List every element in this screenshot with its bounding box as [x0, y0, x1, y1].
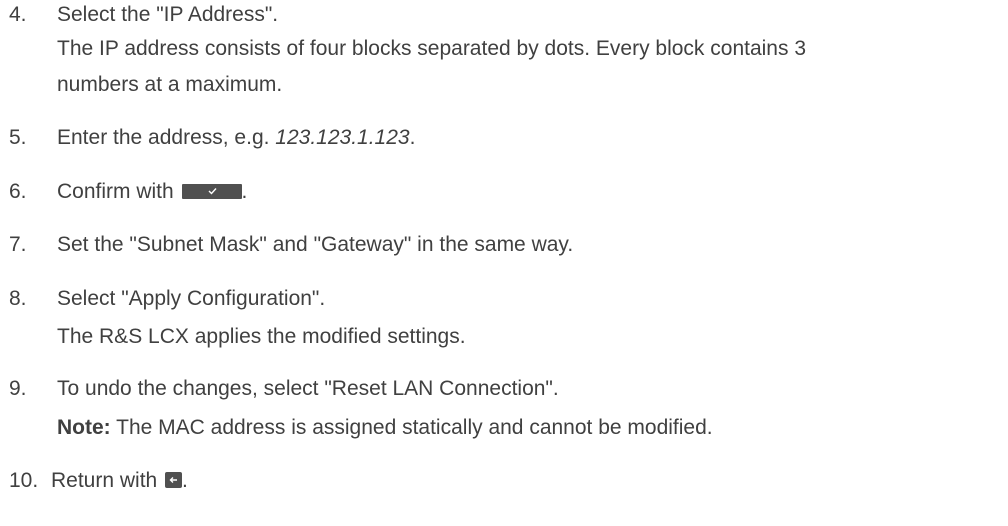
note: Note: The MAC address is assigned static…	[57, 414, 713, 442]
step-description: The IP address consists of four blocks s…	[57, 37, 806, 60]
step-instruction: Confirm with .	[57, 178, 247, 206]
step-description: numbers at a maximum.	[57, 73, 283, 96]
step-number: 8.	[9, 287, 27, 310]
back-arrow-key-icon	[165, 472, 183, 488]
step-number: 4.	[9, 3, 27, 26]
example-address: 123.123.1.123	[275, 126, 410, 149]
step-text: .	[409, 126, 416, 149]
step-number: 7.	[9, 233, 27, 256]
step-list: 4. Select the "IP Address". The IP addre…	[0, 0, 1008, 526]
step-text: .	[182, 469, 188, 492]
confirm-checkmark-key-icon	[181, 184, 242, 199]
step-instruction: Enter the address, e.g. 123.123.1.123.	[57, 124, 415, 152]
step-result: The R&S LCX applies the modified setting…	[57, 325, 466, 348]
step-instruction: Select "Apply Configuration".	[57, 287, 326, 310]
step-text: Enter the address, e.g.	[57, 126, 276, 149]
step-text: Return with	[51, 469, 164, 492]
step-instruction: Return with .	[51, 467, 188, 495]
step-text: Confirm with	[57, 180, 180, 203]
step-instruction: Select the "IP Address".	[57, 3, 279, 26]
step-number: 9.	[9, 377, 27, 400]
step-number: 5.	[9, 126, 27, 149]
step-number: 6.	[9, 180, 27, 203]
note-label: Note:	[57, 416, 111, 439]
step-number: 10.	[9, 469, 39, 492]
step-instruction: To undo the changes, select "Reset LAN C…	[57, 377, 559, 400]
note-text: The MAC address is assigned statically a…	[110, 416, 713, 439]
step-instruction: Set the "Subnet Mask" and "Gateway" in t…	[57, 233, 574, 256]
step-text: .	[241, 180, 248, 203]
